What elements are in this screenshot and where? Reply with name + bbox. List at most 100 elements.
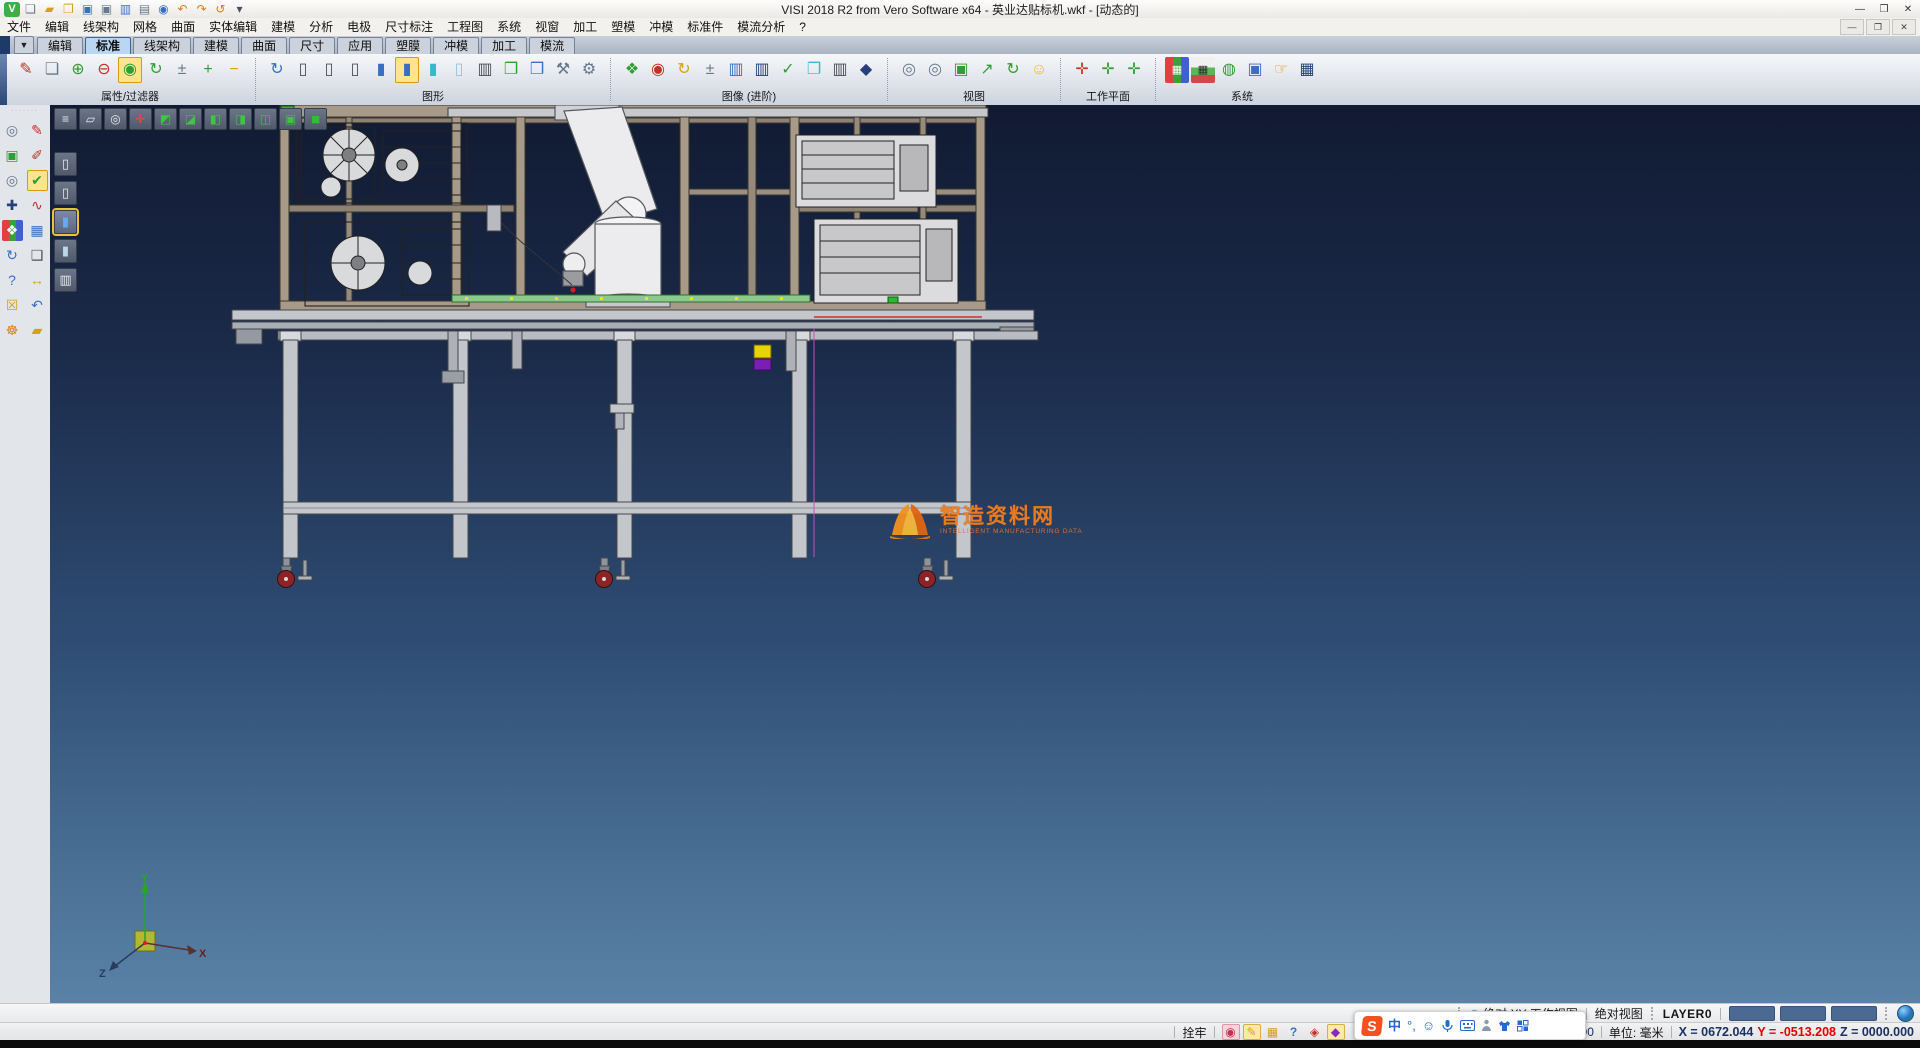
ime-toolbox-person-icon[interactable] — [1481, 1019, 1492, 1032]
pen-color-swatch[interactable] — [1780, 1006, 1826, 1021]
hatch-cylinder-icon[interactable]: ▥ — [473, 57, 497, 83]
view-back-icon[interactable]: ▣ — [279, 108, 302, 130]
menu-modeling[interactable]: 建模 — [264, 18, 302, 36]
zoom-window-icon[interactable]: ▣ — [949, 57, 973, 83]
move-axis-icon[interactable]: ✚ — [2, 195, 23, 216]
regen-graphics-icon[interactable]: ↻ — [265, 57, 289, 83]
view-top-icon[interactable]: ◩ — [154, 108, 177, 130]
tab-standard[interactable]: 标准 — [85, 37, 131, 54]
insert-file-icon[interactable]: ❒ — [60, 2, 77, 17]
zoom-dynamic-icon[interactable]: ◎ — [2, 170, 23, 191]
workplane-set-icon[interactable]: ✛ — [1070, 57, 1094, 83]
snap-diamond-icon[interactable]: ◆ — [1327, 1024, 1345, 1040]
viewport-menu-icon[interactable]: ≡ — [54, 108, 77, 130]
modify-attributes-icon[interactable]: ✎ — [14, 57, 38, 83]
filter-plusminus-icon[interactable]: ± — [170, 57, 194, 83]
menu-help[interactable]: ? — [792, 18, 813, 36]
grid-window-icon[interactable]: ▦ — [27, 220, 48, 241]
viewport-axis-icon[interactable]: ✛ — [129, 108, 152, 130]
tab-mold[interactable]: 塑膜 — [385, 37, 431, 54]
ime-keyboard-icon[interactable] — [1460, 1020, 1475, 1031]
background-color-swatch[interactable] — [1831, 1006, 1877, 1021]
cylinder-pair-icon[interactable]: ❒ — [499, 57, 523, 83]
ghost-cylinder-icon[interactable]: ▯ — [447, 57, 471, 83]
menu-edit[interactable]: 编辑 — [38, 18, 76, 36]
ime-skin-shirt-icon[interactable] — [1498, 1020, 1511, 1032]
dashed-cylinder-icon[interactable]: ▯ — [343, 57, 367, 83]
confirm-check-icon[interactable]: ✔ — [27, 170, 48, 191]
view-bottom-icon[interactable]: ◪ — [179, 108, 202, 130]
color-palette-icon[interactable]: ▦ — [1165, 57, 1189, 83]
erase-sketch-icon[interactable]: ✎ — [27, 120, 48, 141]
striped-cylinder-icon[interactable]: ▥ — [724, 57, 748, 83]
shading-smiley-icon[interactable]: ☺ — [1027, 57, 1051, 83]
visi-logo[interactable]: V — [4, 2, 20, 17]
history-icon[interactable]: ↺ — [212, 2, 229, 17]
preview-icon[interactable]: ◉ — [155, 2, 172, 17]
workplane-plane-icon[interactable]: ▱ — [79, 108, 102, 130]
tab-wireframe[interactable]: 线架构 — [133, 37, 191, 54]
save-all-icon[interactable]: ▥ — [117, 2, 134, 17]
menu-die[interactable]: 冲模 — [642, 18, 680, 36]
system-globe-icon[interactable]: ◍ — [1217, 57, 1241, 83]
ime-punctuation-icon[interactable]: °, — [1407, 1014, 1416, 1038]
viewport-3d[interactable]: ≡▱◎✛◩◪◧◨◫▣■ ▯▯▮▮▥ — [50, 105, 1920, 1003]
menu-solid-edit[interactable]: 实体编辑 — [202, 18, 264, 36]
tab-machining[interactable]: 加工 — [481, 37, 527, 54]
style-shaded-edges-icon[interactable]: ▮ — [54, 239, 77, 263]
delete-mode-icon[interactable]: ◈ — [1306, 1024, 1324, 1040]
ime-logo[interactable]: S — [1361, 1016, 1383, 1036]
menu-surface[interactable]: 曲面 — [164, 18, 202, 36]
filter-remove-icon[interactable]: ⊖ — [92, 57, 116, 83]
save-as-icon[interactable]: ▣ — [98, 2, 115, 17]
filter-refresh-icon[interactable]: ↻ — [144, 57, 168, 83]
solid-traffic-light-icon[interactable]: ◉ — [646, 57, 670, 83]
style-hatch-icon[interactable]: ▥ — [54, 268, 77, 292]
color-table-icon[interactable]: ▦ — [1191, 57, 1215, 83]
tab-edit[interactable]: 编辑 — [37, 37, 83, 54]
plot-print-icon[interactable]: ▤ — [136, 2, 153, 17]
view-iso-icon[interactable]: ■ — [304, 108, 327, 130]
ime-chinese-mode-icon[interactable]: 中 — [1388, 1014, 1401, 1038]
undo-arrow-icon[interactable]: ↶ — [27, 295, 48, 316]
menu-electrode[interactable]: 电极 — [340, 18, 378, 36]
tab-die[interactable]: 冲模 — [433, 37, 479, 54]
view-left-icon[interactable]: ◧ — [204, 108, 227, 130]
ime-emoji-icon[interactable]: ☺ — [1422, 1014, 1435, 1038]
menu-standard-parts[interactable]: 标准件 — [680, 18, 730, 36]
menu-mesh[interactable]: 网格 — [126, 18, 164, 36]
cylinder-copy-icon[interactable]: ❒ — [525, 57, 549, 83]
close-button[interactable]: ✕ — [1896, 2, 1920, 17]
tab-modeling[interactable]: 建模 — [193, 37, 239, 54]
cylinder-tools-icon[interactable]: ⚒ — [551, 57, 575, 83]
striped-cylinder2-icon[interactable]: ▥ — [750, 57, 774, 83]
calculator-grid-icon[interactable]: ▦ — [1295, 57, 1319, 83]
copy-attributes-icon[interactable]: ❏ — [40, 57, 64, 83]
tab-dropdown-icon[interactable]: ▼ — [14, 36, 34, 54]
attribute-box-icon[interactable]: ▦ — [1264, 1024, 1282, 1040]
filter-minus-icon[interactable]: − — [222, 57, 246, 83]
wireframe-cylinder-icon[interactable]: ▯ — [291, 57, 315, 83]
minimize-button[interactable]: — — [1848, 2, 1872, 17]
rotate-view-icon[interactable]: ↻ — [1001, 57, 1025, 83]
viewport-zoom-icon[interactable]: ◎ — [104, 108, 127, 130]
curve-pencil-icon[interactable]: ∿ — [27, 195, 48, 216]
shaded-gem-icon[interactable]: ◆ — [854, 57, 878, 83]
style-hidden-icon[interactable]: ▯ — [54, 181, 77, 205]
help-query-icon[interactable]: ? — [2, 270, 23, 291]
sketch-circle-icon[interactable]: ✐ — [27, 145, 48, 166]
undo-icon[interactable]: ↶ — [174, 2, 191, 17]
hidden-line-cylinder-icon[interactable]: ▯ — [317, 57, 341, 83]
view-right-icon[interactable]: ◨ — [229, 108, 252, 130]
layer-indicator[interactable]: LAYER0 — [1663, 1007, 1712, 1021]
filter-add-icon[interactable]: ⊕ — [66, 57, 90, 83]
ime-layout-grid-icon[interactable] — [1517, 1020, 1529, 1032]
transparent-cylinder-icon[interactable]: ▮ — [421, 57, 445, 83]
tab-surface[interactable]: 曲面 — [241, 37, 287, 54]
track-icon[interactable]: ◉ — [1222, 1024, 1240, 1040]
shaded-edges-cylinder-icon[interactable]: ▮ — [395, 57, 419, 83]
lock-indicator[interactable]: 拴牢 — [1182, 1024, 1206, 1041]
shaded-cylinder-icon[interactable]: ▮ — [369, 57, 393, 83]
menu-analysis[interactable]: 分析 — [302, 18, 340, 36]
view-indicator[interactable]: 绝对视图 — [1595, 1005, 1643, 1022]
